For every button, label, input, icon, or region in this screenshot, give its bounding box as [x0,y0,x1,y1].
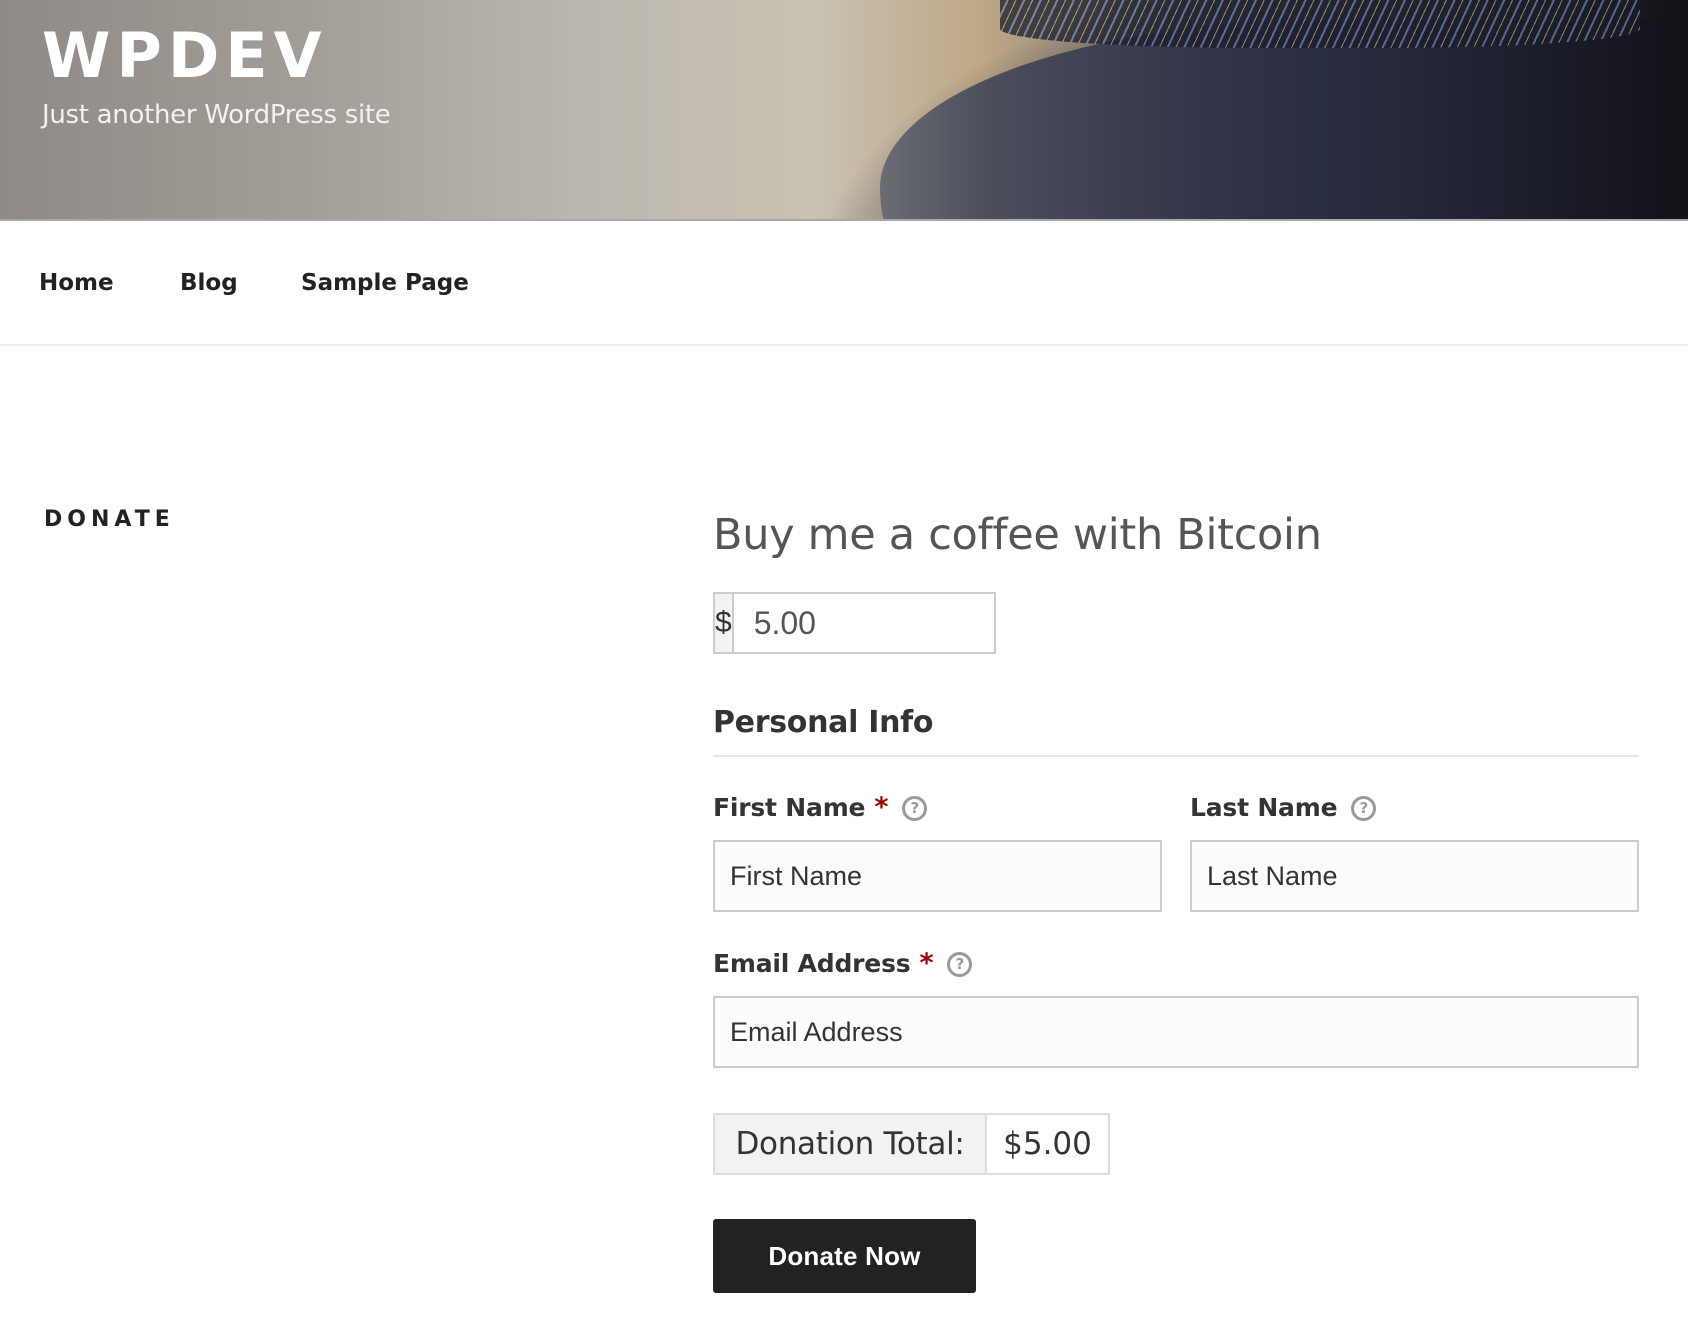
email-input[interactable] [713,996,1639,1068]
form-title: Buy me a coffee with Bitcoin [713,510,1322,560]
nav-item-blog[interactable]: Blog [180,267,238,299]
last-name-input[interactable] [1190,840,1639,912]
first-name-input[interactable] [713,840,1162,912]
first-name-label-text: First Name [713,793,866,822]
section-divider [713,755,1639,757]
header-image-pot [880,20,1688,219]
question-circle-icon[interactable]: ? [902,795,928,821]
main-navigation: Home Blog Sample Page [0,221,1688,346]
nav-item-sample-page[interactable]: Sample Page [301,267,469,299]
page-title-donate: DONATE [44,507,175,532]
donate-now-button[interactable]: Donate Now [713,1219,976,1293]
nav-item-home[interactable]: Home [39,267,114,299]
donation-amount-input[interactable] [733,594,1174,652]
site-title[interactable]: WPDEV [42,18,328,94]
site-header: WPDEV Just another WordPress site [0,0,1688,221]
required-indicator: * [919,948,934,979]
question-circle-icon[interactable]: ? [1351,795,1377,821]
email-label-text: Email Address [713,949,911,978]
question-circle-icon[interactable]: ? [947,951,973,977]
donation-total-amount: $5.00 [987,1115,1108,1173]
donation-amount-field: $ [713,592,1174,654]
currency-symbol: $ [715,594,734,652]
header-image-plant [1000,0,1640,48]
first-name-label: First Name * ? [713,791,928,825]
donation-total: Donation Total: $5.00 [713,1113,1110,1175]
last-name-label-text: Last Name [1190,793,1338,822]
email-label: Email Address * ? [713,947,973,981]
last-name-label: Last Name ? [1190,791,1377,825]
required-indicator: * [874,792,889,823]
personal-info-heading: Personal Info [713,705,934,740]
donation-total-label: Donation Total: [715,1115,987,1173]
site-tagline: Just another WordPress site [42,100,391,130]
